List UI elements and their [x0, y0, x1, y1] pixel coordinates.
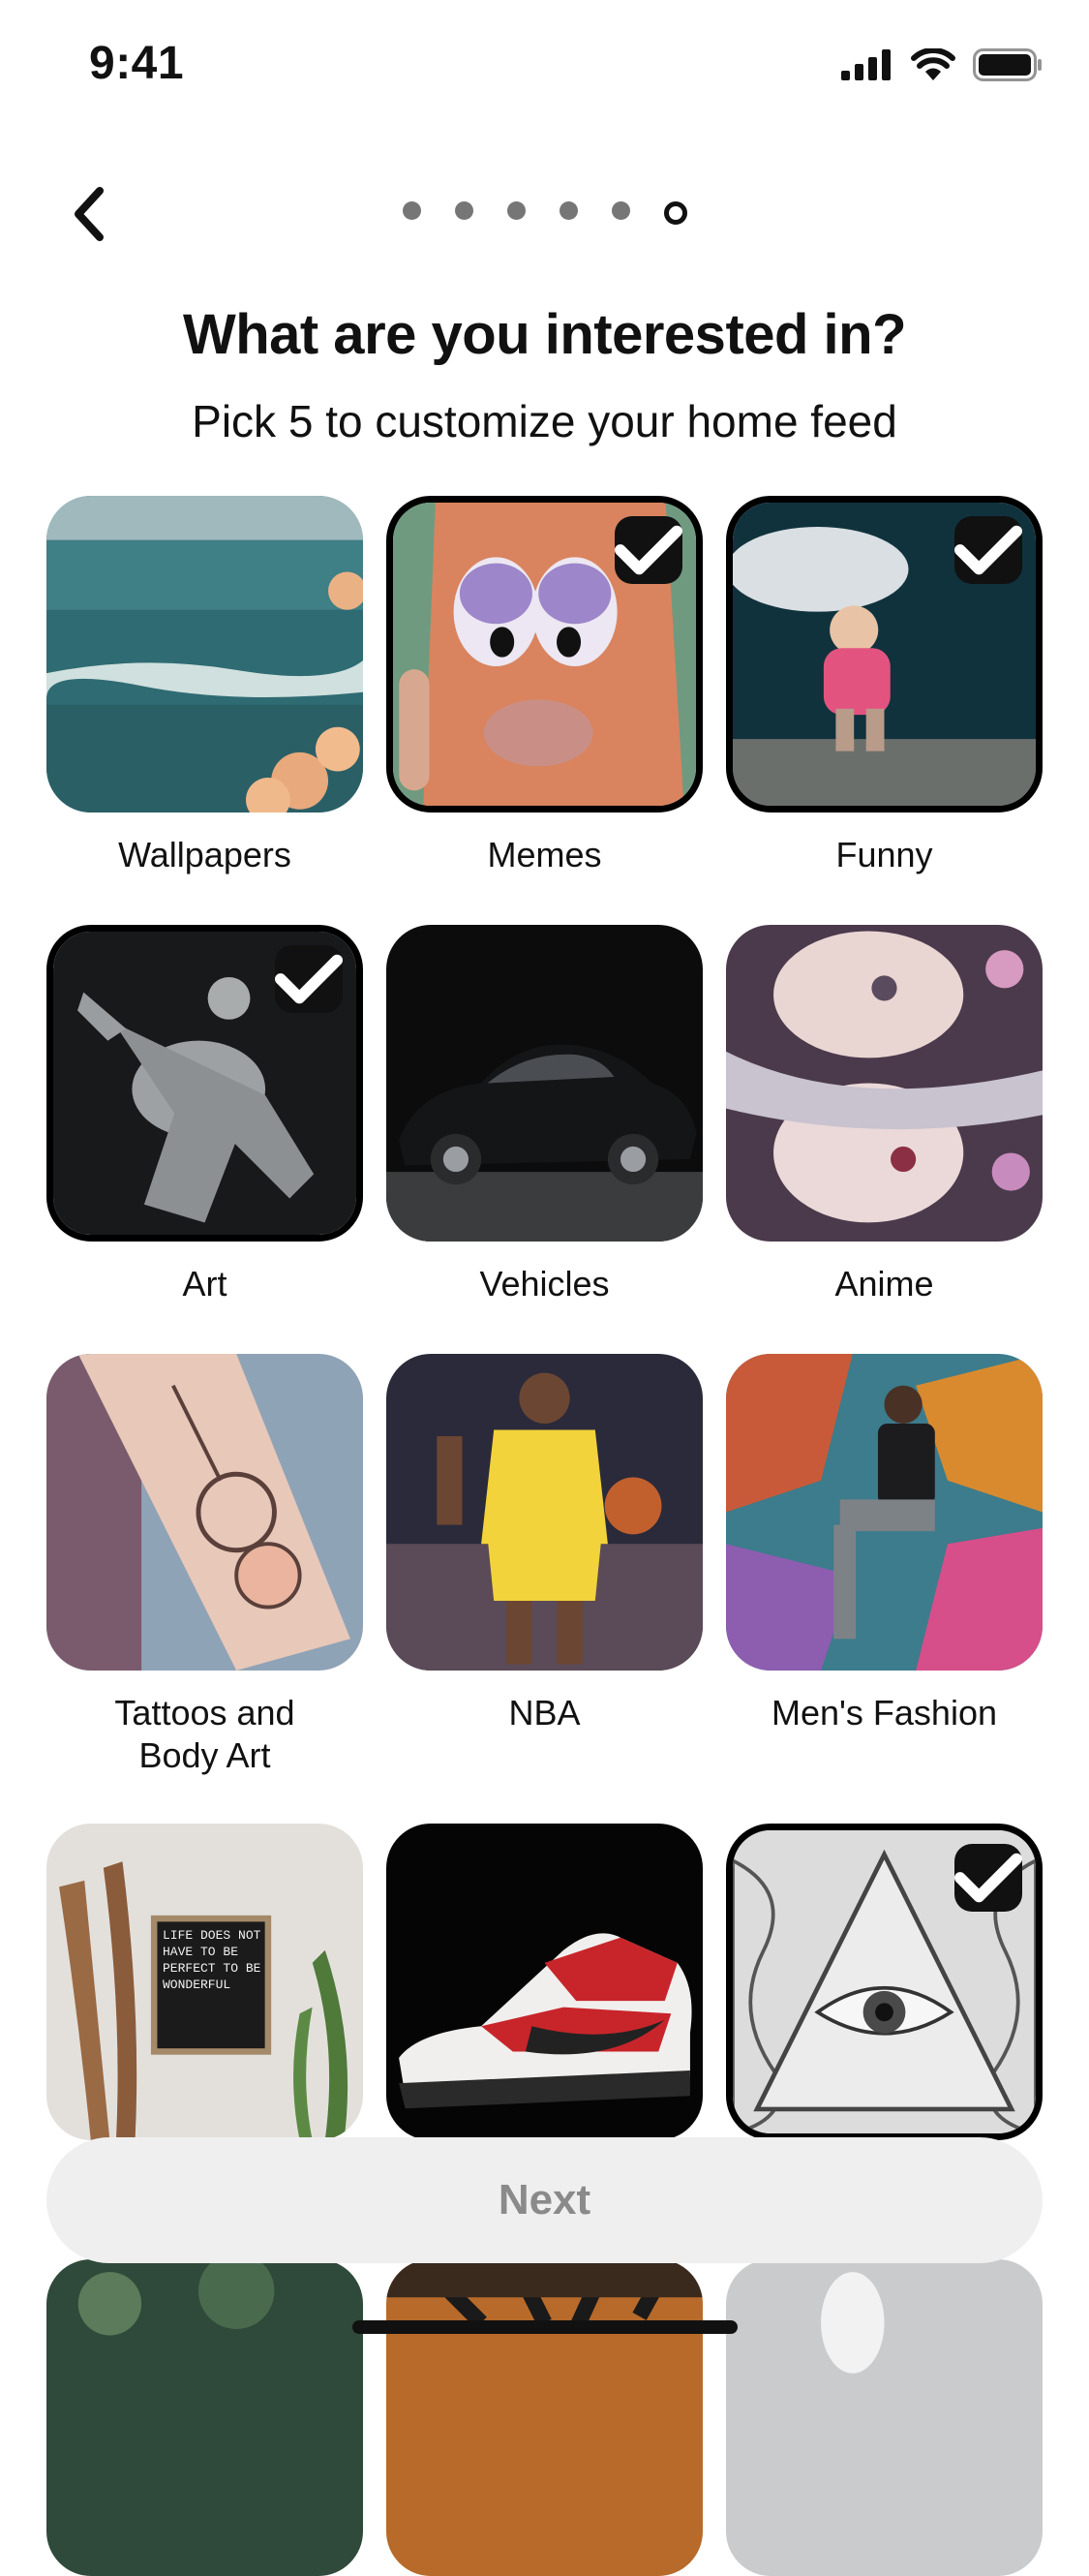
- topic-image: [726, 2259, 1043, 2576]
- home-indicator[interactable]: [352, 2320, 738, 2334]
- topic-label: Vehicles: [479, 1264, 610, 1303]
- topic-image: [726, 925, 1043, 1242]
- status-bar: 9:41: [0, 0, 1089, 136]
- topic-tile-vehicles[interactable]: Vehicles: [386, 925, 703, 1305]
- topic-tile-home-decor[interactable]: LIFE DOES NOT HAVE TO BE PERFECT TO BE W…: [46, 1824, 363, 2140]
- topic-image: [386, 1824, 703, 2140]
- progress-indicator: [0, 201, 1089, 225]
- next-button[interactable]: Next: [46, 2137, 1043, 2263]
- progress-dot: [402, 201, 421, 220]
- topic-tile-interior[interactable]: [726, 2259, 1043, 2576]
- status-icons: [841, 48, 1043, 81]
- topic-tile-art[interactable]: Art: [46, 925, 363, 1305]
- progress-dot: [559, 201, 578, 220]
- topic-tile-funny[interactable]: Funny: [726, 496, 1043, 876]
- topic-tile-sneakers[interactable]: [386, 1824, 703, 2140]
- cellular-signal-icon: [841, 49, 891, 80]
- check-icon: [615, 516, 682, 584]
- letter-board-text: LIFE DOES NOT HAVE TO BE PERFECT TO BE W…: [163, 1928, 261, 1992]
- progress-dot: [506, 201, 526, 220]
- topic-tile-memes[interactable]: Memes: [386, 496, 703, 876]
- topic-image: [726, 1354, 1043, 1671]
- topic-tile-nba[interactable]: NBA: [386, 1354, 703, 1734]
- topic-image: [46, 2259, 363, 2576]
- topic-image: [46, 925, 363, 1242]
- topic-image: [46, 1354, 363, 1671]
- check-icon: [275, 945, 343, 1013]
- topic-tile-mens-fashion[interactable]: Men's Fashion: [726, 1354, 1043, 1734]
- topic-image: [386, 496, 703, 813]
- topic-label: Anime: [834, 1264, 934, 1303]
- topic-label: NBA: [508, 1693, 581, 1733]
- topic-label: Art: [182, 1264, 227, 1303]
- topic-tile-wallpapers[interactable]: Wallpapers: [46, 496, 363, 876]
- page-title: What are you interested in?: [182, 303, 907, 366]
- status-time: 9:41: [89, 38, 185, 89]
- topic-tile-tattoos[interactable]: Tattoos and Body Art: [46, 1354, 363, 1777]
- topic-tile-anime[interactable]: Anime: [726, 925, 1043, 1305]
- progress-dot: [454, 201, 473, 220]
- check-icon: [954, 1844, 1022, 1912]
- wifi-icon: [911, 48, 955, 80]
- page-subtitle: Pick 5 to customize your home feed: [192, 396, 897, 446]
- topic-tile-drawing[interactable]: [726, 1824, 1043, 2140]
- topic-label: Wallpapers: [118, 835, 291, 874]
- progress-dot: [611, 201, 630, 220]
- check-icon: [954, 516, 1022, 584]
- topic-image: [386, 925, 703, 1242]
- progress-dot-current: [663, 201, 687, 225]
- topic-tile-animals[interactable]: [386, 2259, 703, 2576]
- topic-image: [386, 1354, 703, 1671]
- topic-image: [386, 2259, 703, 2576]
- topic-image: [726, 1824, 1043, 2140]
- topic-label: Tattoos and Body Art: [114, 1693, 295, 1775]
- topic-image: [46, 496, 363, 813]
- topic-image: [726, 496, 1043, 813]
- topic-label: Memes: [487, 835, 602, 874]
- topic-tile-nature[interactable]: [46, 2259, 363, 2576]
- topic-label: Men's Fashion: [771, 1693, 997, 1733]
- topic-label: Funny: [835, 835, 933, 874]
- battery-icon: [973, 48, 1042, 81]
- topic-image: LIFE DOES NOT HAVE TO BE PERFECT TO BE W…: [46, 1824, 363, 2140]
